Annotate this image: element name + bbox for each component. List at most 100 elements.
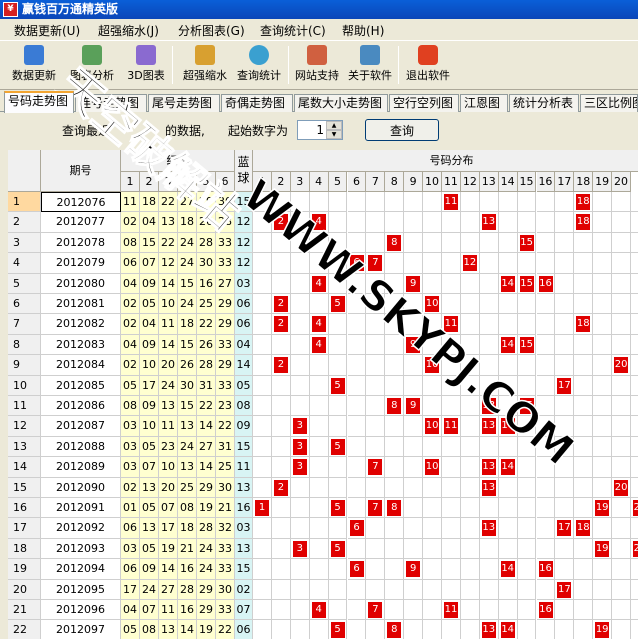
dist-cell (612, 538, 631, 560)
red-ball-cell: 24 (178, 294, 197, 315)
tab-tail-trend[interactable]: 尾号走势图 (148, 94, 220, 112)
dist-cell (347, 273, 367, 294)
red-ball-cell: 06 (121, 253, 140, 274)
period-cell[interactable]: 2012094 (41, 559, 121, 580)
dist-cell (536, 253, 556, 274)
red-ball-cell: 03 (121, 416, 140, 437)
dist-cell (423, 600, 442, 621)
tab-stats-table[interactable]: 统计分析表 (509, 94, 579, 112)
hit-marker: 14 (500, 418, 515, 435)
chart-icon (82, 45, 102, 65)
menu-query-stats[interactable]: 查询统计(C) (260, 22, 326, 39)
red-col-header: 4 (178, 172, 197, 192)
dist-cell (555, 396, 575, 417)
dist-cell (631, 192, 638, 213)
dist-cell (328, 518, 348, 539)
dist-cell (593, 396, 613, 417)
menu-data-update[interactable]: 数据更新(U) (14, 22, 80, 39)
dist-cell (517, 355, 537, 376)
menu-analysis-chart[interactable]: 分析图表(G) (178, 22, 245, 39)
blue-ball-cell: 06 (235, 620, 253, 639)
period-cell[interactable]: 2012090 (41, 477, 121, 498)
dist-cell (517, 477, 537, 498)
dist-cell (309, 498, 329, 519)
dist-cell (555, 477, 575, 498)
period-cell[interactable]: 2012089 (41, 457, 121, 478)
period-cell[interactable]: 2012081 (41, 294, 121, 315)
tab-three-zone-ratio[interactable]: 三区比例图 (580, 94, 638, 112)
data-update-button[interactable]: 数据更新 (6, 45, 62, 87)
start-number-spinner[interactable]: 1 ▲ ▼ (297, 120, 343, 140)
period-cell[interactable]: 2012091 (41, 498, 121, 519)
dist-cell (385, 375, 405, 396)
query-button[interactable]: 查询 (365, 119, 439, 141)
dist-cell (612, 314, 631, 335)
row-number: 6 (8, 294, 41, 315)
period-cell[interactable]: 2012084 (41, 355, 121, 376)
hit-marker: 15 (519, 336, 534, 353)
period-cell[interactable]: 2012077 (41, 212, 121, 233)
website-support-button[interactable]: 网站支持 (292, 45, 342, 87)
period-cell[interactable]: 2012086 (41, 396, 121, 417)
dist-cell (460, 396, 480, 417)
3d-chart-button[interactable]: 3D图表 (124, 45, 168, 87)
tab-odd-even-trend[interactable]: 奇偶走势图 (221, 94, 293, 112)
red-ball-cell: 04 (140, 314, 159, 335)
period-cell[interactable]: 2012096 (41, 600, 121, 621)
period-cell[interactable]: 2012078 (41, 232, 121, 254)
exit-button[interactable]: 退出软件 (402, 45, 454, 87)
dist-cell (385, 416, 405, 437)
dist-cell (593, 375, 613, 396)
spin-up-icon[interactable]: ▲ (326, 121, 342, 130)
dist-cell (498, 192, 518, 213)
period-cell[interactable]: 2012082 (41, 314, 121, 335)
hit-marker: 4 (311, 602, 326, 618)
blue-ball-cell: 15 (235, 192, 253, 213)
tab-consecutive-trend[interactable]: 连号走势图 (75, 94, 147, 112)
period-cell[interactable]: 2012079 (41, 253, 121, 274)
period-cell[interactable]: 2012080 (41, 273, 121, 294)
dist-cell (328, 314, 348, 335)
dist-cell (536, 375, 556, 396)
chart-analysis-button[interactable]: 图表分析 (64, 45, 120, 87)
tab-gann-chart[interactable]: 江恩图 (460, 94, 508, 112)
menu-help[interactable]: 帮助(H) (342, 22, 384, 39)
spin-down-icon[interactable]: ▼ (326, 130, 342, 139)
period-cell[interactable]: 2012092 (41, 518, 121, 539)
period-cell[interactable]: 2012095 (41, 579, 121, 600)
dist-cell (366, 620, 386, 639)
hit-marker: 7 (368, 500, 383, 516)
dist-cell (631, 335, 638, 356)
red-ball-cell: 24 (159, 375, 178, 396)
tab-number-trend[interactable]: 号码走势图 (4, 91, 74, 113)
dist-cell (612, 559, 631, 580)
red-ball-cell: 11 (159, 314, 178, 335)
database-icon (24, 45, 44, 65)
menu-super-shrink[interactable]: 超强缩水(J) (98, 22, 159, 39)
period-cell[interactable]: 2012087 (41, 416, 121, 437)
red-ball-cell: 07 (140, 457, 159, 478)
tab-tail-size-trend[interactable]: 尾数大小走势图 (294, 94, 388, 112)
period-cell[interactable]: 2012093 (41, 538, 121, 560)
dist-cell (423, 559, 442, 580)
dist-cell (423, 232, 442, 254)
period-cell[interactable]: 2012097 (41, 620, 121, 639)
red-ball-cell: 16 (178, 600, 197, 621)
dist-cell (385, 273, 405, 294)
dist-cell (290, 253, 310, 274)
dist-cell (442, 477, 461, 498)
tab-empty-row-col[interactable]: 空行空列图 (389, 94, 459, 112)
dist-cell (517, 538, 537, 560)
query-stats-button[interactable]: 查询统计 (232, 45, 286, 87)
dist-cell (442, 620, 461, 639)
dist-cell (612, 416, 631, 437)
dist-cell (631, 437, 638, 458)
super-shrink-button[interactable]: 超强缩水 (178, 45, 232, 87)
dist-cell (404, 212, 424, 233)
period-cell[interactable]: 2012076 (41, 192, 121, 213)
period-cell[interactable]: 2012083 (41, 334, 121, 356)
period-cell[interactable]: 2012085 (41, 375, 121, 396)
blue-ball-cell: 11 (235, 457, 253, 478)
about-button[interactable]: 关于软件 (344, 45, 396, 87)
period-cell[interactable]: 2012088 (41, 436, 121, 458)
